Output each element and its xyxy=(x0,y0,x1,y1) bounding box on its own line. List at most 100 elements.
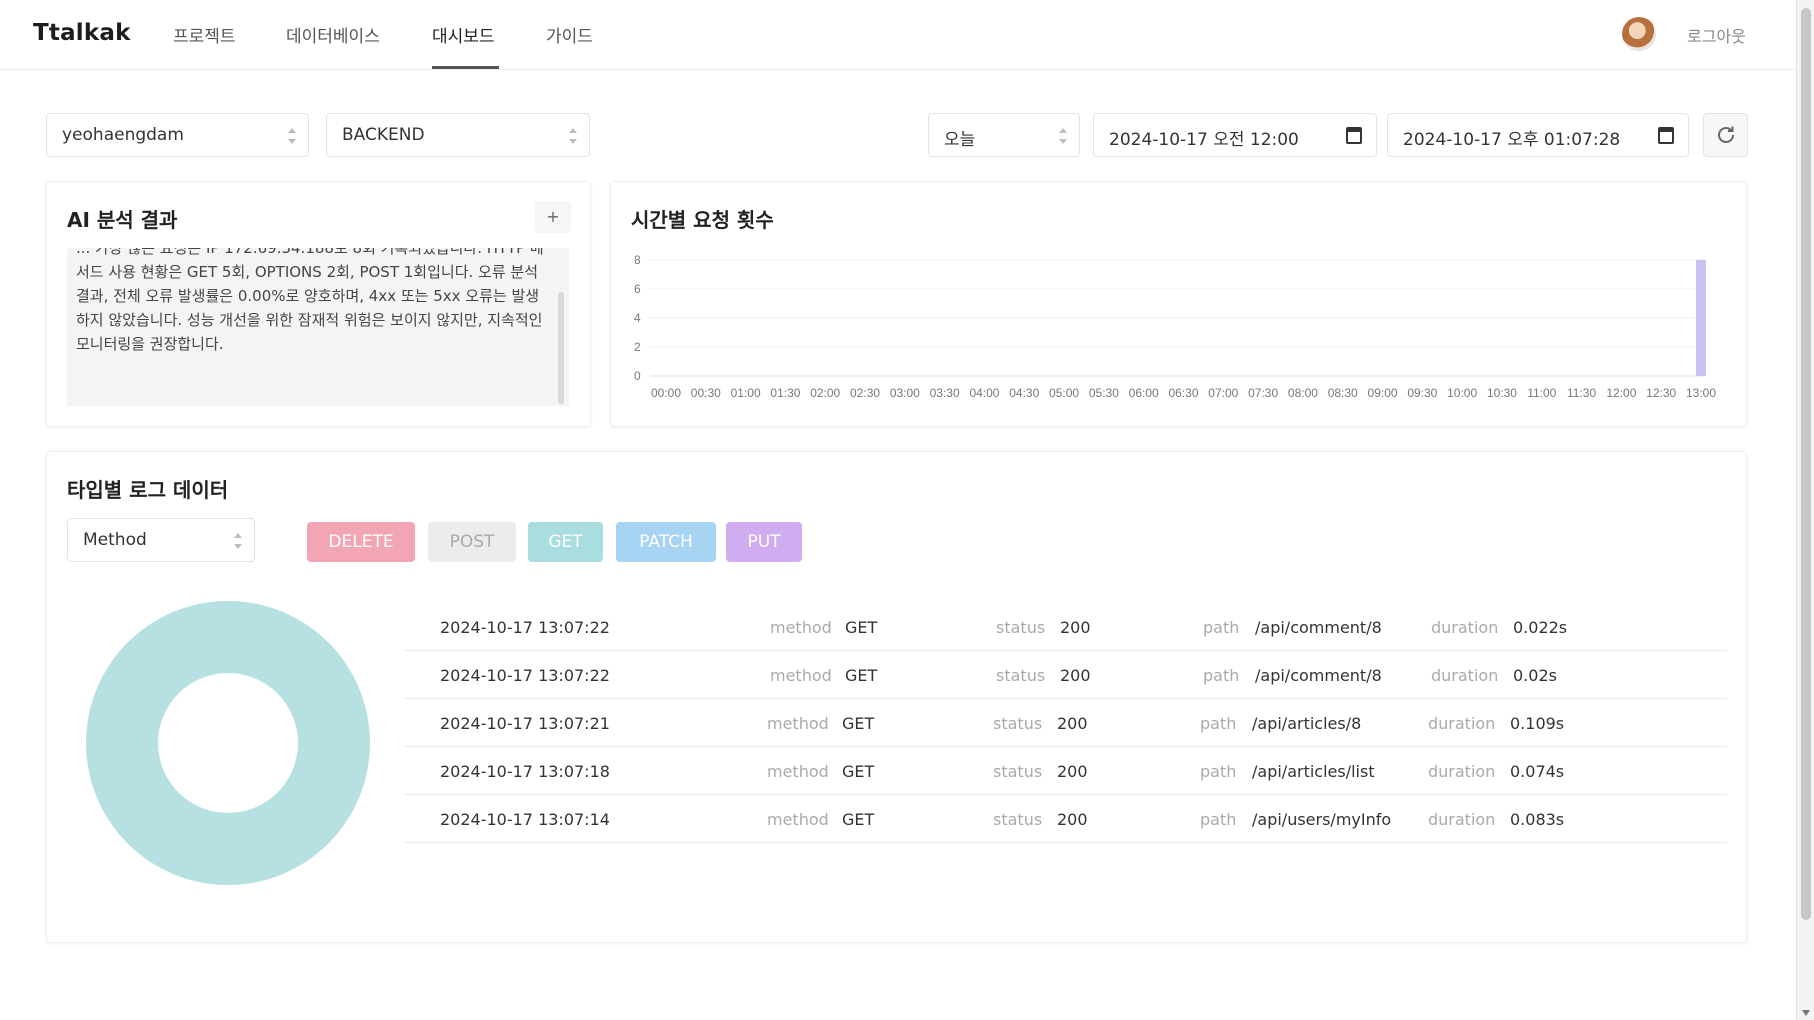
x-tick-label: 06:00 xyxy=(1129,386,1159,400)
method-filter-delete-button[interactable]: DELETE xyxy=(307,522,415,562)
log-duration: 0.109s xyxy=(1510,714,1565,733)
method-filter-patch-button[interactable]: PATCH xyxy=(616,522,716,562)
log-status: 200 xyxy=(1057,762,1088,781)
x-tick-label: 10:30 xyxy=(1487,386,1517,400)
logout-button[interactable]: 로그아웃 xyxy=(1687,23,1746,47)
project-select-value: yeohaengdam xyxy=(62,125,184,145)
path-label: path xyxy=(1200,810,1237,829)
x-tick-label: 07:30 xyxy=(1248,386,1278,400)
method-filter-get-button[interactable]: GET xyxy=(528,522,603,562)
start-datetime-input[interactable]: 2024-10-17 오전 12:00 xyxy=(1093,113,1377,157)
log-row[interactable]: 2024-10-17 13:07:18 method GET status 200 pat… xyxy=(403,747,1727,795)
service-select-value: BACKEND xyxy=(342,125,425,145)
log-path: /api/articles/list xyxy=(1252,762,1375,781)
log-row[interactable]: 2024-10-17 13:07:22 method GET status 200 pat… xyxy=(403,651,1727,699)
log-method: GET xyxy=(845,666,878,685)
log-duration: 0.074s xyxy=(1510,762,1565,781)
log-filter-select[interactable]: Method xyxy=(67,518,255,562)
log-row[interactable]: 2024-10-17 13:07:14 method GET status 200 pat… xyxy=(403,795,1727,843)
x-tick-label: 03:00 xyxy=(890,386,920,400)
project-select[interactable]: yeohaengdam xyxy=(46,113,309,157)
scroll-down-icon[interactable] xyxy=(1802,1010,1810,1016)
active-tab-indicator xyxy=(432,66,499,69)
x-tick-label: 09:00 xyxy=(1368,386,1398,400)
x-tick-label: 02:30 xyxy=(850,386,880,400)
x-tick-label: 12:00 xyxy=(1606,386,1636,400)
log-row[interactable]: 2024-10-17 13:07:22 method GET status 200 pat… xyxy=(403,603,1727,651)
scrollbar-thumb[interactable] xyxy=(1801,8,1811,920)
x-tick-label: 04:30 xyxy=(1009,386,1039,400)
x-tick-label: 13:00 xyxy=(1686,386,1716,400)
x-tick-label: 00:00 xyxy=(651,386,681,400)
page-scrollbar[interactable] xyxy=(1796,0,1814,1020)
y-tick-label: 4 xyxy=(634,311,641,325)
calendar-icon[interactable] xyxy=(1658,127,1674,144)
select-arrows-icon xyxy=(569,128,577,144)
status-label: status xyxy=(993,714,1043,733)
tab-guide[interactable]: 가이드 xyxy=(546,22,593,47)
x-tick-label: 01:30 xyxy=(770,386,800,400)
log-method: GET xyxy=(842,762,875,781)
status-label: status xyxy=(996,618,1046,637)
method-filter-put-button[interactable]: PUT xyxy=(726,522,802,562)
duration-label: duration xyxy=(1431,618,1499,637)
x-tick-label: 08:00 xyxy=(1288,386,1318,400)
log-time: 2024-10-17 13:07:22 xyxy=(440,666,610,685)
select-arrows-icon xyxy=(234,533,242,549)
top-navigation: Ttalkak 프로젝트 데이터베이스 대시보드 가이드 로그아웃 xyxy=(0,0,1796,70)
y-tick-label: 0 xyxy=(634,369,641,383)
status-label: status xyxy=(993,762,1043,781)
ai-card-title: AI 분석 결과 xyxy=(67,208,178,232)
x-tick-label: 02:00 xyxy=(810,386,840,400)
select-arrows-icon xyxy=(288,128,296,144)
duration-label: duration xyxy=(1428,810,1496,829)
avatar[interactable] xyxy=(1622,17,1656,51)
log-method: GET xyxy=(842,810,875,829)
path-label: path xyxy=(1200,762,1237,781)
x-tick-label: 00:30 xyxy=(691,386,721,400)
log-row[interactable]: 2024-10-17 13:07:21 method GET status 200 pat… xyxy=(403,699,1727,747)
log-duration: 0.02s xyxy=(1513,666,1557,685)
x-tick-label: 11:00 xyxy=(1527,386,1556,400)
donut-slice-get[interactable] xyxy=(85,600,370,886)
log-method: GET xyxy=(842,714,875,733)
tab-database[interactable]: 데이터베이스 xyxy=(286,22,380,47)
log-filter-value: Method xyxy=(83,530,147,550)
y-tick-label: 6 xyxy=(634,282,641,296)
log-duration: 0.083s xyxy=(1510,810,1565,829)
calendar-icon[interactable] xyxy=(1346,127,1362,144)
x-tick-label: 11:30 xyxy=(1567,386,1596,400)
x-tick-label: 05:30 xyxy=(1089,386,1119,400)
add-button[interactable]: + xyxy=(535,201,571,233)
y-tick-label: 8 xyxy=(634,253,641,267)
duration-label: duration xyxy=(1428,762,1496,781)
select-arrows-icon xyxy=(1059,128,1067,144)
status-label: status xyxy=(993,810,1043,829)
refresh-button[interactable] xyxy=(1703,113,1748,157)
x-tick-label: 08:30 xyxy=(1328,386,1358,400)
method-label: method xyxy=(767,762,829,781)
x-tick-label: 09:30 xyxy=(1407,386,1437,400)
x-tick-label: 12:30 xyxy=(1646,386,1676,400)
log-path: /api/users/myInfo xyxy=(1252,810,1392,829)
log-path: /api/comment/8 xyxy=(1255,666,1382,685)
end-datetime-input[interactable]: 2024-10-17 오후 01:07:28 xyxy=(1387,113,1689,157)
path-label: path xyxy=(1200,714,1237,733)
path-label: path xyxy=(1203,666,1240,685)
method-label: method xyxy=(770,666,832,685)
service-select[interactable]: BACKEND xyxy=(326,113,590,157)
tab-dashboard[interactable]: 대시보드 xyxy=(432,22,495,47)
ai-result-text: ... 가장 많은 요청은 IP 172.69.34.188로 8회 기록되었습… xyxy=(76,248,544,353)
duration-label: duration xyxy=(1428,714,1496,733)
log-path: /api/articles/8 xyxy=(1252,714,1362,733)
ai-box-scrollbar[interactable] xyxy=(558,292,564,404)
bar[interactable] xyxy=(1696,260,1706,376)
ai-result-box[interactable]: ... 가장 많은 요청은 IP 172.69.34.188로 8회 기록되었습… xyxy=(67,248,569,406)
log-status: 200 xyxy=(1057,810,1088,829)
tab-projects[interactable]: 프로젝트 xyxy=(173,22,236,47)
x-tick-label: 10:00 xyxy=(1447,386,1477,400)
method-filter-post-button[interactable]: POST xyxy=(428,522,516,562)
range-select[interactable]: 오늘 xyxy=(928,113,1080,157)
log-time: 2024-10-17 13:07:22 xyxy=(440,618,610,637)
brand-logo[interactable]: Ttalkak xyxy=(33,20,131,46)
